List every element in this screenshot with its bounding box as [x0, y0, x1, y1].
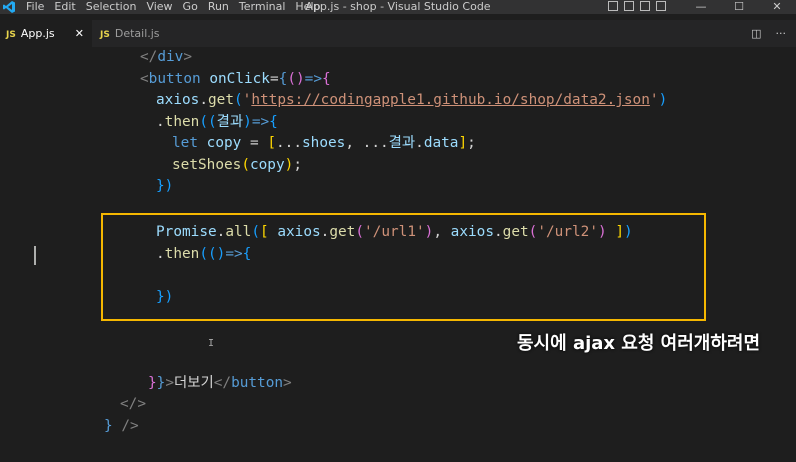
code-line: })	[156, 178, 174, 194]
code-line: <button onClick={()=>{	[140, 70, 331, 87]
js-file-icon: JS	[6, 30, 16, 40]
layout-controls	[608, 1, 666, 11]
js-file-icon: JS	[100, 30, 110, 40]
mouse-ibeam-icon: I	[208, 338, 215, 349]
tab-app-js[interactable]: JS App.js ✕	[0, 20, 92, 47]
customize-layout-icon[interactable]	[656, 1, 666, 11]
code-line: setShoes(copy);	[172, 156, 302, 173]
code-line: </div>	[140, 49, 192, 65]
close-window-button[interactable]: ✕	[758, 0, 796, 14]
code-line: .then((결과)=>{	[156, 113, 278, 130]
window-title: App.js - shop - Visual Studio Code	[305, 0, 491, 13]
minimize-button[interactable]: —	[682, 0, 720, 14]
tab-label: App.js	[20, 27, 55, 40]
code-line: axios.get('https://codingapple1.github.i…	[156, 92, 668, 108]
window-controls: — ☐ ✕	[682, 0, 796, 14]
close-tab-icon[interactable]: ✕	[75, 20, 84, 47]
editor-tab-bar: JS App.js ✕ JS Detail.js ◫ ···	[0, 20, 796, 47]
title-bar: File Edit Selection View Go Run Terminal…	[0, 0, 796, 14]
code-line: } />	[104, 417, 139, 434]
video-caption: 동시에 ajax 요청 여러개하려면	[517, 333, 761, 354]
maximize-button[interactable]: ☐	[720, 0, 758, 14]
more-actions-icon[interactable]: ···	[776, 20, 787, 47]
toggle-panel-icon[interactable]	[624, 1, 634, 11]
code-line: }}>더보기</button>	[148, 374, 292, 391]
editor-actions: ◫ ···	[751, 20, 786, 47]
split-editor-icon[interactable]: ◫	[751, 20, 761, 47]
tab-detail-js[interactable]: JS Detail.js	[92, 20, 192, 47]
toggle-sidebar-icon[interactable]	[608, 1, 618, 11]
code-line: let copy = [...shoes, ...결과.data];	[172, 135, 476, 151]
text-cursor	[34, 246, 36, 265]
toggle-secondary-sidebar-icon[interactable]	[640, 1, 650, 11]
highlight-box	[101, 213, 706, 321]
tab-label: Detail.js	[114, 27, 160, 40]
code-line: </>	[120, 396, 146, 412]
